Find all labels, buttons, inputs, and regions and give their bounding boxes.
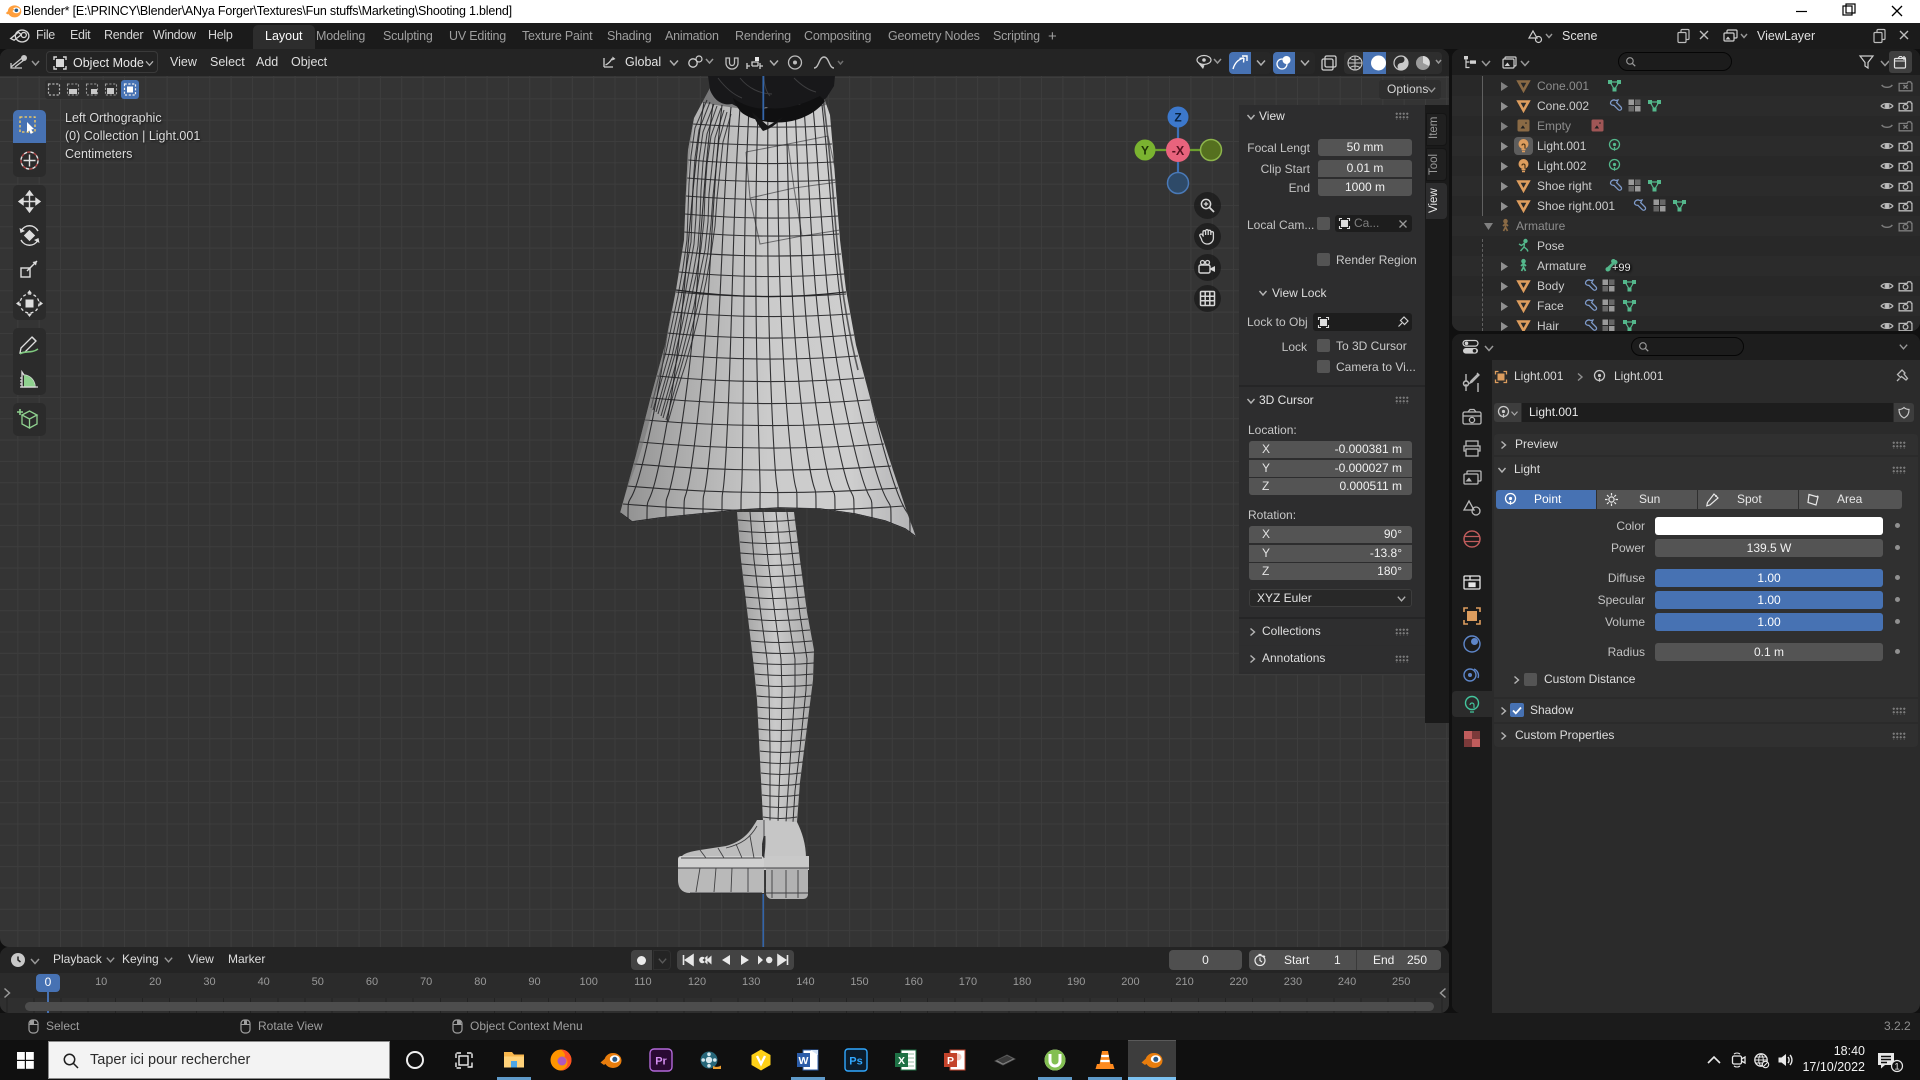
svg-text:P: P: [947, 1055, 954, 1067]
svg-text:Ps: Ps: [849, 1056, 862, 1068]
svg-text:1: 1: [1894, 1062, 1899, 1073]
svg-text:X: X: [898, 1055, 905, 1067]
svg-text:W: W: [799, 1055, 809, 1067]
svg-text:Pr: Pr: [655, 1056, 667, 1068]
